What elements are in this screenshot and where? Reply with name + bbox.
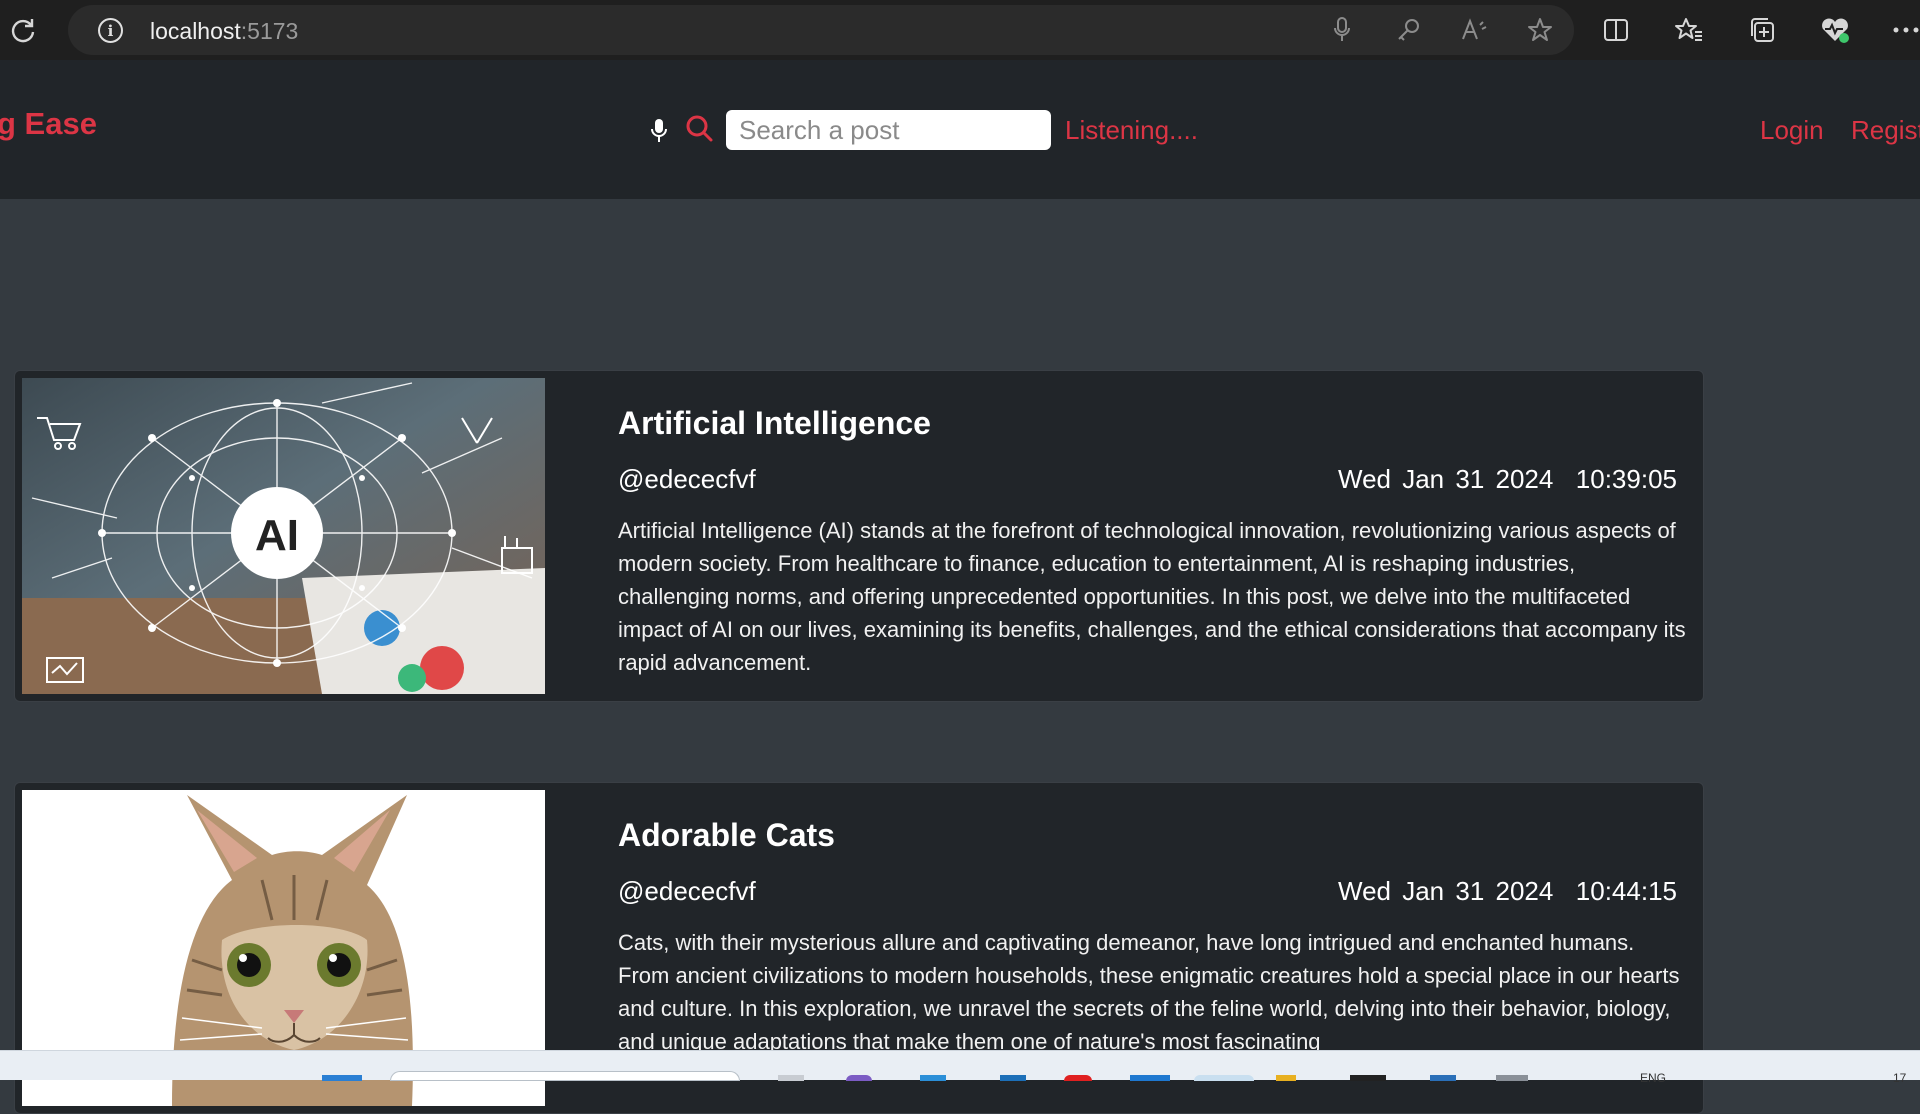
- task-view-icon[interactable]: [778, 1075, 804, 1081]
- post-card[interactable]: AI Artificial Intelligence @edececfvf We…: [14, 370, 1704, 702]
- post-title[interactable]: Adorable Cats: [618, 817, 835, 854]
- login-link[interactable]: Login: [1760, 115, 1824, 146]
- microphone-icon[interactable]: [648, 117, 670, 145]
- post-author: @edececfvf: [618, 876, 756, 906]
- post-summary: Artificial Intelligence (AI) stands at t…: [618, 518, 1686, 675]
- post-author: @edececfvf: [618, 464, 756, 494]
- read-aloud-icon[interactable]: [1454, 10, 1494, 50]
- post-title[interactable]: Artificial Intelligence: [618, 405, 931, 442]
- vscode-icon[interactable]: [1000, 1075, 1026, 1081]
- search-input[interactable]: [726, 110, 1051, 150]
- url-host: localhost: [150, 18, 241, 44]
- voice-status: Listening....: [1065, 115, 1198, 145]
- edge-icon[interactable]: [1194, 1075, 1254, 1081]
- opera-icon[interactable]: [1064, 1075, 1092, 1081]
- more-icon[interactable]: [1886, 10, 1920, 50]
- taskbar-clock[interactable]: 17: [1893, 1071, 1906, 1085]
- post-image-ai[interactable]: AI: [22, 378, 545, 694]
- app-icon[interactable]: [1430, 1075, 1456, 1081]
- search-icon[interactable]: [684, 114, 714, 144]
- app-icon[interactable]: [1130, 1075, 1170, 1081]
- browser-actions: [1596, 10, 1855, 50]
- os-taskbar: ENG 17: [0, 1050, 1920, 1085]
- reload-icon[interactable]: [3, 10, 43, 50]
- favorite-star-icon[interactable]: [1520, 10, 1560, 50]
- browser-essentials-icon[interactable]: [1815, 10, 1855, 50]
- app-header: g Ease Listening.... Login Regist: [0, 60, 1920, 199]
- url-port: :5173: [240, 18, 299, 44]
- info-icon[interactable]: i: [98, 18, 123, 43]
- language-indicator[interactable]: ENG: [1640, 1071, 1666, 1085]
- folder-icon[interactable]: [1276, 1075, 1296, 1081]
- split-screen-icon[interactable]: [1596, 10, 1636, 50]
- file-explorer-icon[interactable]: [920, 1075, 946, 1081]
- ai-logo-text: AI: [255, 511, 299, 560]
- app-icon[interactable]: [1350, 1075, 1386, 1081]
- brand-logo[interactable]: g Ease: [0, 106, 97, 142]
- url-text[interactable]: localhost:5173: [150, 18, 298, 45]
- app-icon[interactable]: [1496, 1075, 1528, 1081]
- start-icon[interactable]: [322, 1075, 362, 1081]
- teams-icon[interactable]: [846, 1075, 872, 1081]
- register-link[interactable]: Regist: [1851, 115, 1920, 146]
- post-date: Wed Jan 31 2024 10:44:15: [1338, 876, 1677, 906]
- post-summary: Cats, with their mysterious allure and c…: [618, 930, 1680, 1054]
- browser-toolbar: i localhost:5173: [0, 0, 1920, 60]
- favorites-icon[interactable]: [1669, 10, 1709, 50]
- address-bar[interactable]: i localhost:5173: [68, 5, 1574, 55]
- address-bar-actions: [1322, 10, 1560, 50]
- key-icon[interactable]: [1388, 10, 1428, 50]
- microphone-icon[interactable]: [1322, 10, 1362, 50]
- post-date: Wed Jan 31 2024 10:39:05: [1338, 464, 1677, 494]
- collections-icon[interactable]: [1742, 10, 1782, 50]
